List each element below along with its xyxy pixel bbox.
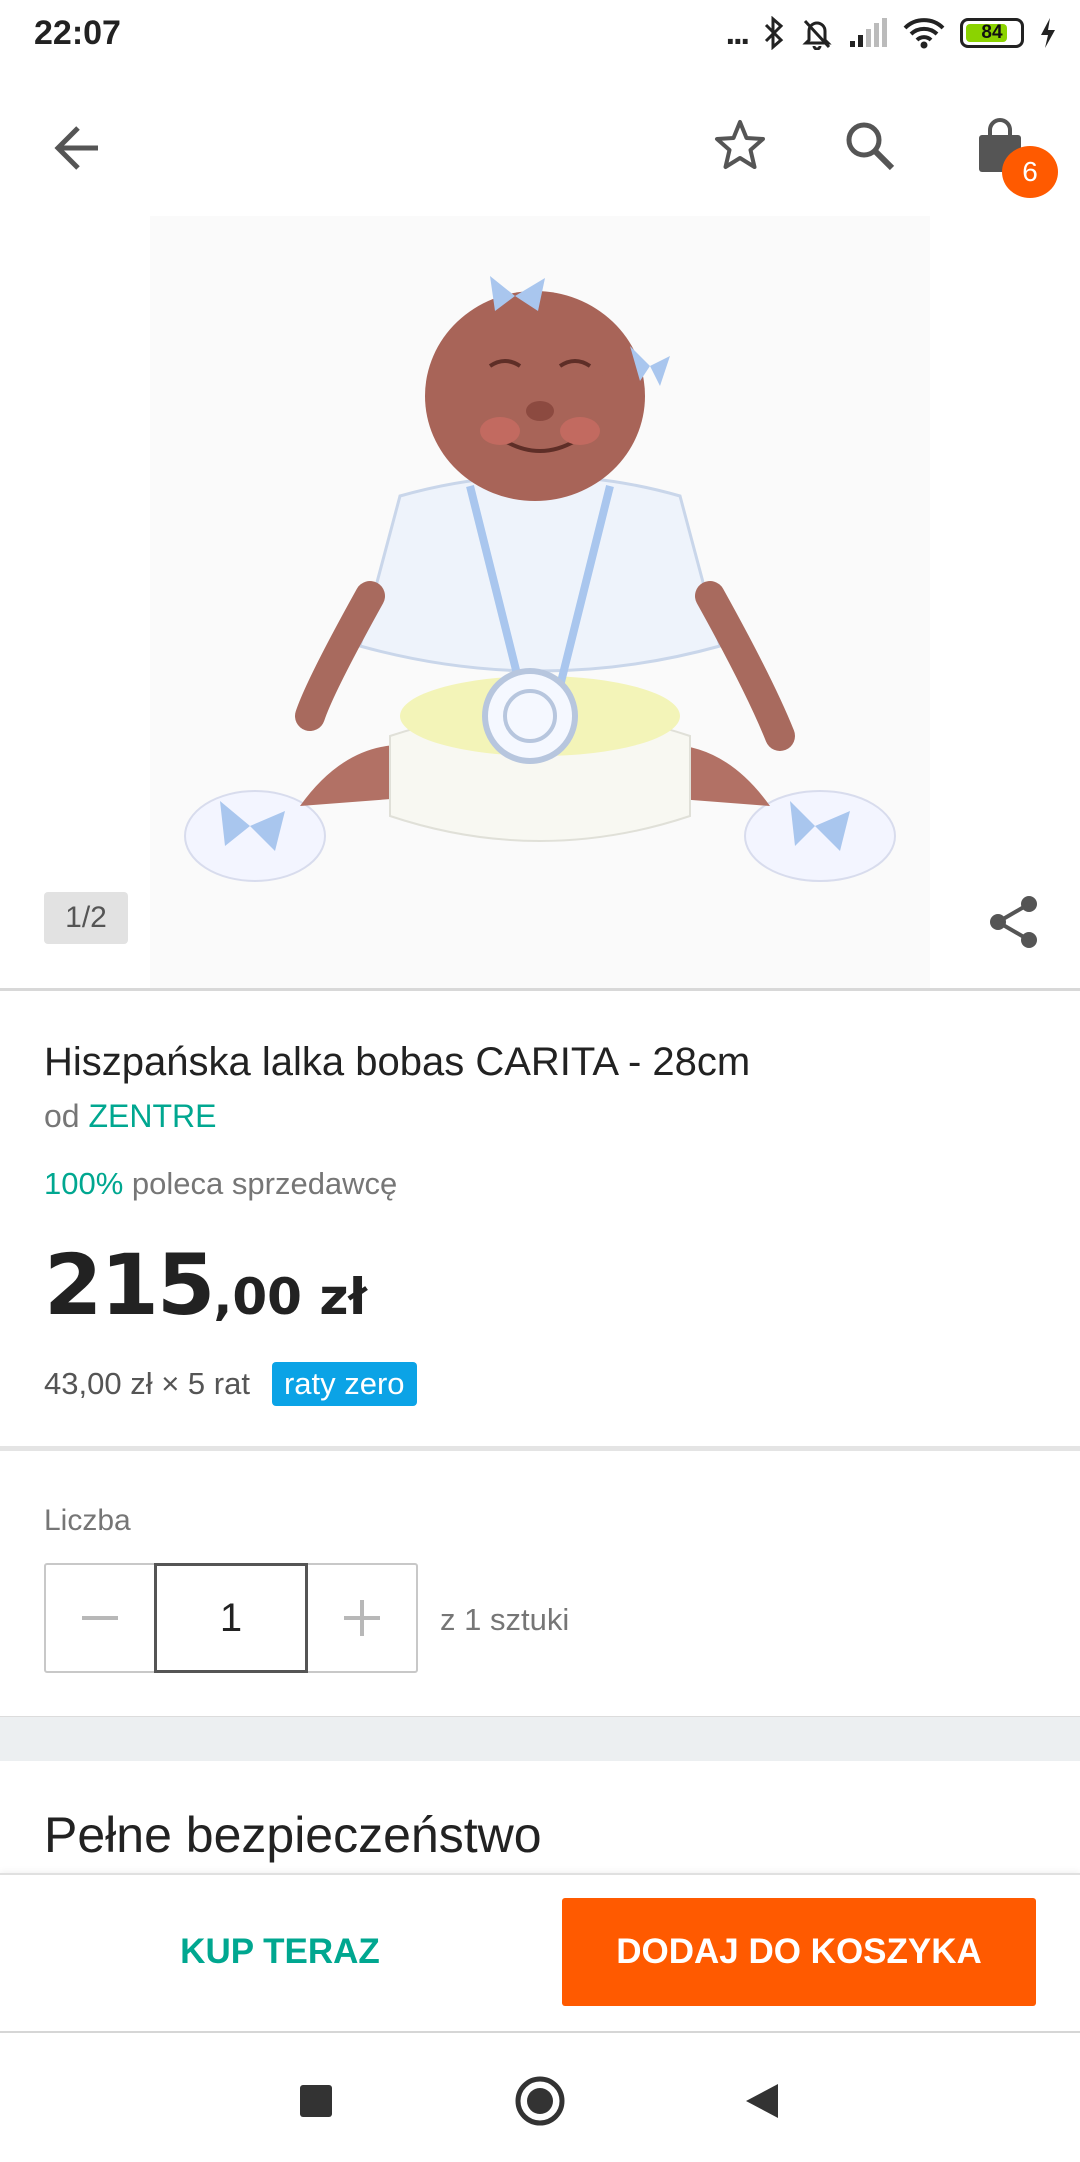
- triangle-back-icon: [746, 2084, 778, 2118]
- status-time: 22:07: [34, 14, 121, 52]
- seller-recommendation: 100% poleca sprzedawcę: [44, 1166, 397, 1202]
- minus-icon: [82, 1616, 118, 1620]
- seller-prefix: od: [44, 1098, 80, 1134]
- price-decimal: ,00 zł: [213, 1268, 367, 1326]
- product-title: Hiszpańska lalka bobas CARITA - 28cm: [44, 1040, 751, 1084]
- bluetooth-icon: [764, 16, 784, 50]
- share-button[interactable]: [980, 888, 1048, 956]
- product-price: 215,00 zł: [44, 1236, 367, 1334]
- charging-icon: [1041, 18, 1055, 48]
- seller-link[interactable]: ZENTRE: [88, 1098, 216, 1134]
- plus-icon: [344, 1600, 380, 1636]
- search-button[interactable]: [830, 106, 910, 186]
- cart-count-badge: 6: [1002, 146, 1058, 198]
- add-to-cart-button[interactable]: DODAJ DO KOSZYKA: [562, 1898, 1036, 2006]
- quantity-stepper: 1: [44, 1563, 418, 1673]
- quantity-input[interactable]: 1: [154, 1563, 308, 1673]
- wifi-icon: [903, 18, 945, 49]
- doll-photo: [150, 216, 930, 990]
- buy-now-button[interactable]: KUP TERAZ: [40, 1898, 520, 2006]
- search-icon: [846, 122, 895, 171]
- decrement-button[interactable]: [46, 1565, 154, 1671]
- safety-heading: Pełne bezpieczeństwo: [44, 1807, 542, 1863]
- battery-level: 84: [981, 22, 1003, 43]
- installments-badge[interactable]: raty zero: [271, 1362, 417, 1406]
- section-separator: [0, 1716, 1080, 1761]
- share-icon: [990, 896, 1037, 948]
- status-bar: 22:07 ... 84: [0, 0, 1080, 66]
- image-page-indicator: 1/2: [44, 892, 128, 944]
- back-arrow-icon: [54, 126, 98, 170]
- quantity-available: z 1 sztuki: [440, 1602, 570, 1637]
- recents-button[interactable]: [276, 2061, 356, 2141]
- quantity-label: Liczba: [44, 1504, 131, 1537]
- bottom-action-bar: KUP TERAZ DODAJ DO KOSZYKA: [0, 1873, 1080, 2033]
- back-nav-button[interactable]: [722, 2061, 802, 2141]
- battery-icon: 84: [960, 18, 1024, 48]
- notification-dots: ...: [725, 14, 750, 52]
- home-button[interactable]: [500, 2061, 580, 2141]
- installments-text: 43,00 zł × 5 rat: [44, 1366, 250, 1401]
- status-icons: ... 84: [726, 10, 1058, 56]
- product-image[interactable]: [0, 216, 1080, 990]
- price-integer: 215: [44, 1236, 215, 1334]
- installments-line: 43,00 zł × 5 rat raty zero: [44, 1362, 417, 1406]
- square-icon: [300, 2085, 332, 2117]
- section-divider: [0, 1446, 1080, 1451]
- system-navigation-bar: [0, 2031, 1080, 2162]
- recommend-text: poleca sprzedawcę: [131, 1166, 398, 1201]
- divider: [0, 988, 1080, 991]
- home-circle-icon: [515, 2076, 565, 2126]
- signal-icon: [850, 18, 887, 47]
- recommend-percentage: 100%: [44, 1166, 124, 1201]
- increment-button[interactable]: [308, 1565, 416, 1671]
- back-button[interactable]: [40, 110, 116, 186]
- favorite-button[interactable]: [700, 106, 780, 186]
- star-icon: [715, 120, 765, 169]
- bell-off-icon: [802, 19, 832, 50]
- seller-line: od ZENTRE: [44, 1098, 216, 1135]
- top-app-bar: [0, 66, 1080, 216]
